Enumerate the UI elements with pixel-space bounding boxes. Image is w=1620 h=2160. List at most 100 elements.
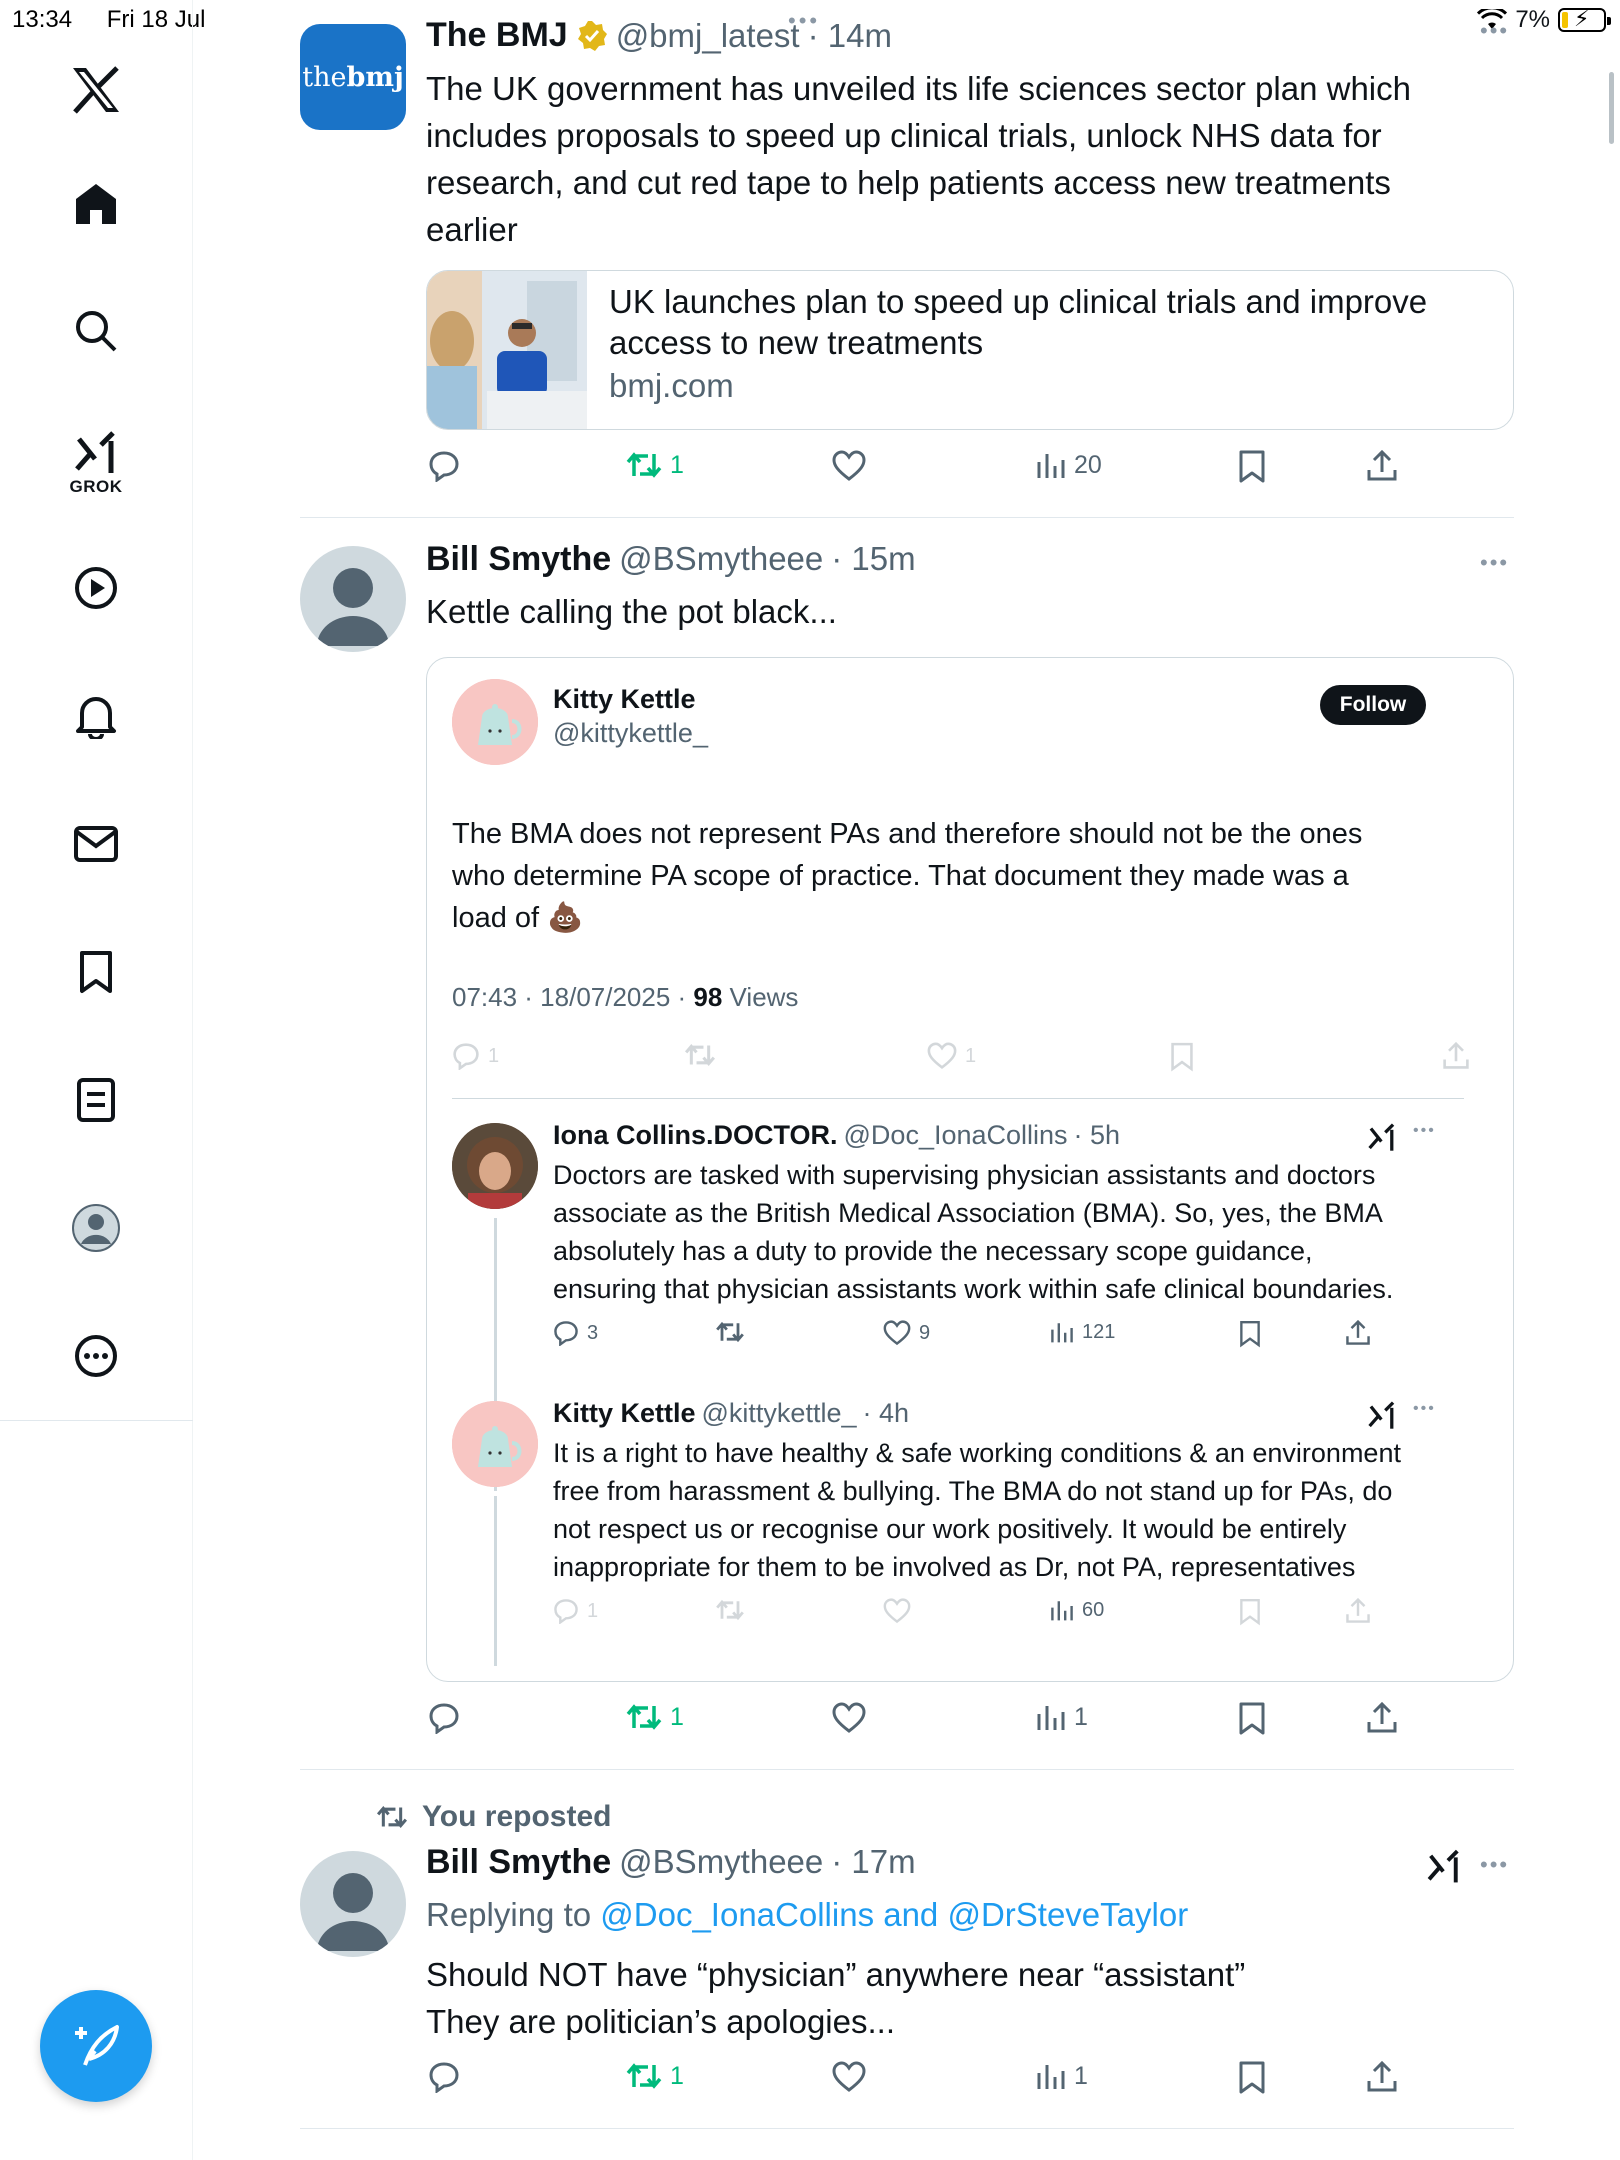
battery-icon: ⚡ [1558,6,1611,32]
quoted-views-count: 98 [693,982,723,1012]
scrollbar[interactable] [1609,72,1614,144]
more-options-icon[interactable]: ••• [1480,550,1509,576]
author-name[interactable]: The BMJ [426,16,568,55]
bmj-avatar[interactable]: thebmj [300,24,406,130]
author-handle[interactable]: @BSmytheee [619,1843,823,1882]
like-button[interactable] [832,450,866,482]
post-time[interactable]: · 17m [831,1843,915,1882]
iona-collins-avatar[interactable] [452,1123,538,1209]
author-handle[interactable]: @bmj_latest [616,17,800,55]
quoted-share-button[interactable] [1442,1042,1470,1070]
share-button[interactable] [1366,450,1398,482]
kitty-kettle-avatar[interactable] [452,1401,538,1487]
post-divider [300,517,1514,518]
reply-like-button[interactable]: 9 [883,1320,930,1346]
reply-button[interactable] [428,2061,460,2093]
quoted-bookmark-button[interactable] [1170,1042,1194,1072]
author-name[interactable]: Bill Smythe [426,540,611,579]
reply-button[interactable] [428,1702,460,1734]
reply-time[interactable]: · 5h [1074,1120,1121,1151]
sidebar: GROK [0,0,193,2160]
bell-icon[interactable] [66,686,126,746]
home-icon[interactable] [66,174,126,234]
reply-reply-button[interactable]: 1 [553,1598,598,1624]
bill-smythe-avatar[interactable] [300,546,406,652]
compose-button[interactable] [40,1990,152,2102]
profile-icon[interactable] [66,1198,126,1258]
reply-author-name[interactable]: Iona Collins.DOCTOR. [553,1120,838,1151]
reply-share-button[interactable] [1345,1598,1371,1624]
more-options-icon[interactable]: ••• [1480,1852,1509,1878]
views-chart-icon [1037,2065,1065,2089]
reply-author-name[interactable]: Kitty Kettle [553,1398,696,1429]
quoted-repost-button[interactable] [684,1042,716,1068]
compose-icon [75,2025,119,2066]
follow-button[interactable]: Follow [1320,685,1426,725]
reply-more-options-icon[interactable]: ••• [1413,1122,1436,1140]
x-logo-icon[interactable] [66,60,126,120]
author-handle[interactable]: @BSmytheee [619,540,823,579]
mail-icon[interactable] [66,814,126,874]
heart-icon [832,2061,866,2092]
quoted-author-handle[interactable]: @kittykettle_ [553,718,708,749]
views-button[interactable]: 20 [1036,450,1102,480]
reply-author-handle[interactable]: @Doc_IonaCollins [844,1120,1068,1151]
heart-icon [883,1598,911,1624]
bookmark-button[interactable] [1238,2061,1266,2095]
grok-icon[interactable] [1367,1122,1397,1157]
search-icon[interactable] [66,301,126,361]
author-name[interactable]: Bill Smythe [426,1843,611,1882]
repost-label[interactable]: You reposted [422,1800,611,1834]
quoted-tweet[interactable]: Kitty Kettle @kittykettle_ Follow The BM… [426,657,1514,1682]
quoted-reply-button[interactable]: 1 [452,1042,499,1070]
repost-count: 1 [670,2061,684,2090]
like-button[interactable] [832,1702,866,1734]
quoted-like-button[interactable]: 1 [927,1042,976,1070]
bookmark-icon[interactable] [66,942,126,1002]
battery-percent: 7% [1515,6,1550,33]
reply-repost-button[interactable] [715,1598,745,1622]
link-card[interactable]: UK launches plan to speed up clinical tr… [426,270,1514,430]
repost-button[interactable]: 1 [626,2061,684,2091]
repost-icon [716,1321,744,1343]
reply-more-options-icon[interactable]: ••• [1413,1400,1436,1418]
reply-views-button[interactable]: 60 [1050,1598,1104,1622]
play-circle-icon[interactable] [66,558,126,618]
reply-button[interactable] [428,450,460,482]
reply-repost-button[interactable] [715,1320,745,1344]
grok-icon[interactable] [1367,1400,1397,1435]
reply-icon [554,1321,578,1346]
like-button[interactable] [832,2061,866,2093]
quoted-author-name[interactable]: Kitty Kettle [553,684,696,715]
views-count: 20 [1074,450,1102,479]
more-options-icon[interactable]: ••• [1480,18,1509,44]
reply-bookmark-button[interactable] [1239,1598,1261,1626]
heart-icon [927,1042,957,1070]
post-time[interactable]: · 14m [808,17,892,55]
reply-bookmark-button[interactable] [1239,1320,1261,1348]
share-button[interactable] [1366,1702,1398,1734]
list-icon[interactable] [66,1070,126,1130]
grok-icon[interactable] [1426,1848,1462,1889]
reply-reply-button[interactable]: 3 [553,1320,598,1346]
share-button[interactable] [1366,2061,1398,2093]
kitty-kettle-avatar[interactable] [452,679,538,765]
bill-smythe-avatar[interactable] [300,1851,406,1957]
reply-time[interactable]: · 4h [862,1398,909,1429]
replying-to-link[interactable]: @Doc_IonaCollins and @DrSteveTaylor [600,1896,1188,1933]
post-time[interactable]: · 15m [831,540,915,579]
bookmark-button[interactable] [1238,1702,1266,1736]
repost-button[interactable]: 1 [626,1702,684,1732]
grok-icon[interactable] [66,422,126,482]
views-button[interactable]: 1 [1036,2061,1088,2091]
verified-badge-icon [577,20,607,51]
reply-share-button[interactable] [1345,1320,1371,1346]
bookmark-button[interactable] [1238,450,1266,484]
reply-views-button[interactable]: 121 [1050,1320,1115,1344]
repost-button[interactable]: 1 [626,450,684,480]
reply-like-button[interactable] [883,1598,911,1624]
repost-icon [684,1044,716,1066]
views-button[interactable]: 1 [1036,1702,1088,1732]
more-circle-icon[interactable] [66,1326,126,1386]
reply-author-handle[interactable]: @kittykettle_ [702,1398,857,1429]
